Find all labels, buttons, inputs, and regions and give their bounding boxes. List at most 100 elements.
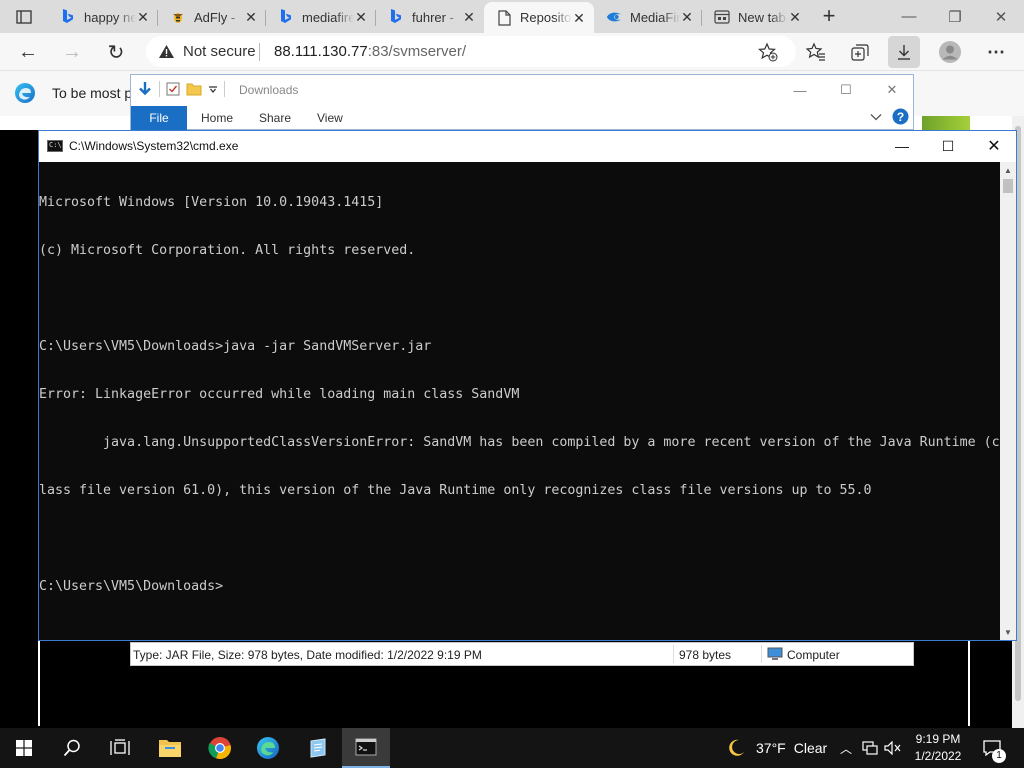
volume-muted-icon[interactable] bbox=[884, 741, 902, 755]
ribbon-tab-home[interactable]: Home bbox=[187, 106, 247, 130]
close-icon[interactable]: ✕ bbox=[354, 10, 368, 24]
back-arrow-icon: ← bbox=[18, 40, 38, 63]
refresh-icon: ↻ bbox=[107, 41, 125, 64]
profile-button[interactable] bbox=[934, 36, 966, 68]
close-icon[interactable]: ✕ bbox=[462, 10, 476, 24]
taskbar-cmd[interactable] bbox=[342, 728, 390, 768]
taskbar-edge[interactable] bbox=[244, 728, 292, 768]
tab-actions-button[interactable] bbox=[6, 4, 42, 30]
properties-icon[interactable] bbox=[166, 82, 180, 96]
start-button[interactable] bbox=[0, 728, 48, 768]
close-icon[interactable]: ✕ bbox=[680, 10, 694, 24]
explorer-window: Downloads — ☐ ✕ File Home Share View ? bbox=[130, 74, 914, 130]
taskbar-file-explorer[interactable] bbox=[146, 728, 194, 768]
url-text[interactable]: 88.111.130.77:83/svmserver/ bbox=[274, 43, 466, 60]
ribbon-tab-view[interactable]: View bbox=[303, 106, 357, 130]
clock[interactable]: 9:19 PM 1/2/2022 bbox=[905, 731, 971, 765]
explorer-close-button[interactable]: ✕ bbox=[869, 77, 915, 103]
newtab-icon bbox=[714, 9, 730, 25]
task-view-button[interactable] bbox=[96, 728, 144, 768]
help-icon[interactable]: ? bbox=[892, 108, 909, 125]
close-window-button[interactable]: ✕ bbox=[978, 0, 1024, 33]
taskbar-chrome[interactable] bbox=[196, 728, 244, 768]
add-favorite-button[interactable] bbox=[752, 36, 784, 68]
tab-repository[interactable]: Repository ✕ bbox=[484, 2, 594, 33]
tab-mediafire[interactable]: MediaFire ✕ bbox=[594, 2, 702, 32]
close-icon[interactable]: ✕ bbox=[136, 10, 150, 24]
cmd-titlebar[interactable]: C:\Windows\System32\cmd.exe — ☐ ✕ bbox=[39, 131, 1016, 162]
favorites-button[interactable] bbox=[800, 36, 832, 68]
tab-adfly[interactable]: AdFly - ✕ bbox=[158, 2, 266, 32]
scroll-down-icon[interactable]: ▼ bbox=[1000, 624, 1016, 640]
cmd-icon bbox=[47, 140, 63, 152]
ribbon-tab-file[interactable]: File bbox=[131, 106, 187, 130]
taskbar-notepad-app[interactable] bbox=[294, 728, 342, 768]
tab-actions-icon bbox=[16, 10, 32, 24]
downloads-button[interactable] bbox=[888, 36, 920, 68]
scroll-up-icon[interactable]: ▲ bbox=[1000, 162, 1016, 178]
security-indicator[interactable]: Not secure bbox=[158, 43, 256, 60]
cmd-minimize-button[interactable]: — bbox=[879, 131, 925, 161]
close-icon[interactable]: ✕ bbox=[244, 10, 258, 24]
warning-icon bbox=[159, 45, 174, 58]
network-icon[interactable] bbox=[862, 741, 878, 755]
tab-new-tab[interactable]: New tab ✕ bbox=[702, 2, 810, 32]
minimize-button[interactable]: — bbox=[886, 0, 932, 33]
close-icon[interactable]: ✕ bbox=[788, 10, 802, 24]
minimize-icon: — bbox=[895, 138, 909, 154]
weather-widget[interactable]: 37°F Clear bbox=[726, 728, 827, 768]
tab-title: happy new bbox=[84, 9, 136, 25]
maximize-icon: ☐ bbox=[840, 82, 852, 97]
console-line: lass file version 61.0), this version of… bbox=[39, 483, 872, 498]
mediafire-icon bbox=[606, 9, 622, 25]
address-bar[interactable]: Not secure 88.111.130.77:83/svmserver/ bbox=[146, 36, 796, 67]
search-button[interactable] bbox=[48, 728, 96, 768]
tab-fuhrer[interactable]: fuhrer - ✕ bbox=[376, 2, 484, 32]
console-line: Error: LinkageError occurred while loadi… bbox=[39, 387, 520, 402]
console-output[interactable]: Microsoft Windows [Version 10.0.19043.14… bbox=[39, 162, 1000, 640]
cmd-maximize-button[interactable]: ☐ bbox=[925, 131, 971, 161]
favorites-icon bbox=[806, 42, 825, 61]
clock-date: 1/2/2022 bbox=[914, 749, 962, 763]
back-button[interactable]: ← bbox=[12, 36, 44, 68]
explorer-maximize-button[interactable]: ☐ bbox=[823, 77, 869, 103]
tab-happy-new[interactable]: happy new ✕ bbox=[48, 2, 158, 32]
tab-strip: happy new ✕ AdFly - ✕ mediafire ✕ fuhrer… bbox=[0, 0, 1024, 33]
console-line: Microsoft Windows [Version 10.0.19043.14… bbox=[39, 195, 384, 210]
explorer-minimize-button[interactable]: — bbox=[777, 77, 823, 103]
explorer-title: Downloads bbox=[239, 83, 299, 97]
svg-text:?: ? bbox=[897, 110, 904, 124]
refresh-button[interactable]: ↻ bbox=[100, 36, 132, 68]
close-icon: ✕ bbox=[994, 8, 1008, 26]
chevron-down-icon[interactable] bbox=[208, 84, 218, 94]
tab-mediafire-search[interactable]: mediafire ✕ bbox=[266, 2, 376, 32]
forward-button[interactable]: → bbox=[56, 36, 88, 68]
collections-button[interactable] bbox=[844, 36, 876, 68]
new-tab-button[interactable]: + bbox=[816, 4, 842, 30]
minimize-icon: — bbox=[793, 82, 807, 98]
notification-center-button[interactable]: 1 bbox=[982, 728, 1006, 768]
chevron-down-icon[interactable] bbox=[870, 113, 882, 121]
console-line: java.lang.UnsupportedClassVersionError: … bbox=[39, 435, 1000, 450]
cmd-scrollbar[interactable]: ▲ ▼ bbox=[1000, 162, 1016, 640]
chevron-up-icon[interactable]: ︿ bbox=[838, 740, 854, 757]
restore-icon: ❐ bbox=[948, 8, 962, 26]
security-text: Not secure bbox=[183, 43, 256, 60]
moon-icon bbox=[729, 739, 744, 756]
tab-title: MediaFire bbox=[630, 9, 680, 25]
more-options-button[interactable]: ⋯ bbox=[980, 36, 1012, 68]
restore-button[interactable]: ❐ bbox=[932, 0, 978, 33]
scrollbar-thumb[interactable] bbox=[1003, 179, 1013, 193]
folder-icon[interactable] bbox=[186, 82, 202, 96]
notepad-icon bbox=[310, 738, 326, 758]
bing-icon bbox=[60, 9, 76, 25]
explorer-download-icon[interactable] bbox=[137, 81, 153, 97]
close-icon[interactable]: ✕ bbox=[572, 11, 586, 25]
ribbon-tab-share[interactable]: Share bbox=[245, 106, 305, 130]
cmd-close-button[interactable]: ✕ bbox=[971, 131, 1017, 161]
explorer-status-bar: Type: JAR File, Size: 978 bytes, Date mo… bbox=[130, 642, 914, 666]
system-tray: ︿ bbox=[838, 728, 902, 768]
search-icon bbox=[63, 739, 80, 757]
